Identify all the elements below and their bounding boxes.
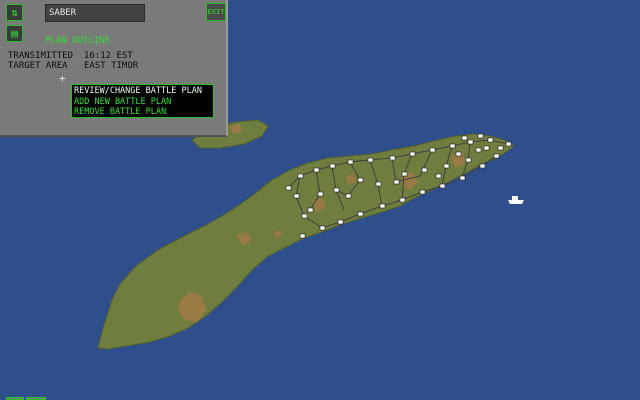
menu-item-add-new[interactable]: ADD NEW BATTLE PLAN	[74, 97, 211, 108]
transmitted-label: TRANSIMITTED	[8, 51, 74, 61]
menu-item-remove[interactable]: REMOVE BATTLE PLAN	[74, 107, 211, 118]
menu-item-review-change[interactable]: REVIEW/CHANGE BATTLE PLAN	[74, 86, 211, 97]
plan-menu: REVIEW/CHANGE BATTLE PLAN ADD NEW BATTLE…	[71, 84, 214, 118]
target-area-label: TARGET AREA	[8, 61, 68, 71]
cursor-crosshair-icon: +	[59, 72, 66, 85]
plan-name-field[interactable]: SABER	[45, 4, 145, 22]
swap-arrows-icon[interactable]: ⇅	[6, 4, 23, 21]
section-title: PLAN OUTLINE	[45, 36, 111, 46]
battle-plan-panel: ⇅ ▤ SABER EXIT PLAN OUTLINE TRANSIMITTED…	[0, 0, 228, 137]
target-area-value: EAST TIMOR	[84, 61, 139, 71]
transmitted-value: 16:12 EST	[84, 51, 133, 61]
exit-button[interactable]: EXIT	[206, 3, 226, 21]
list-icon[interactable]: ▤	[6, 25, 23, 42]
